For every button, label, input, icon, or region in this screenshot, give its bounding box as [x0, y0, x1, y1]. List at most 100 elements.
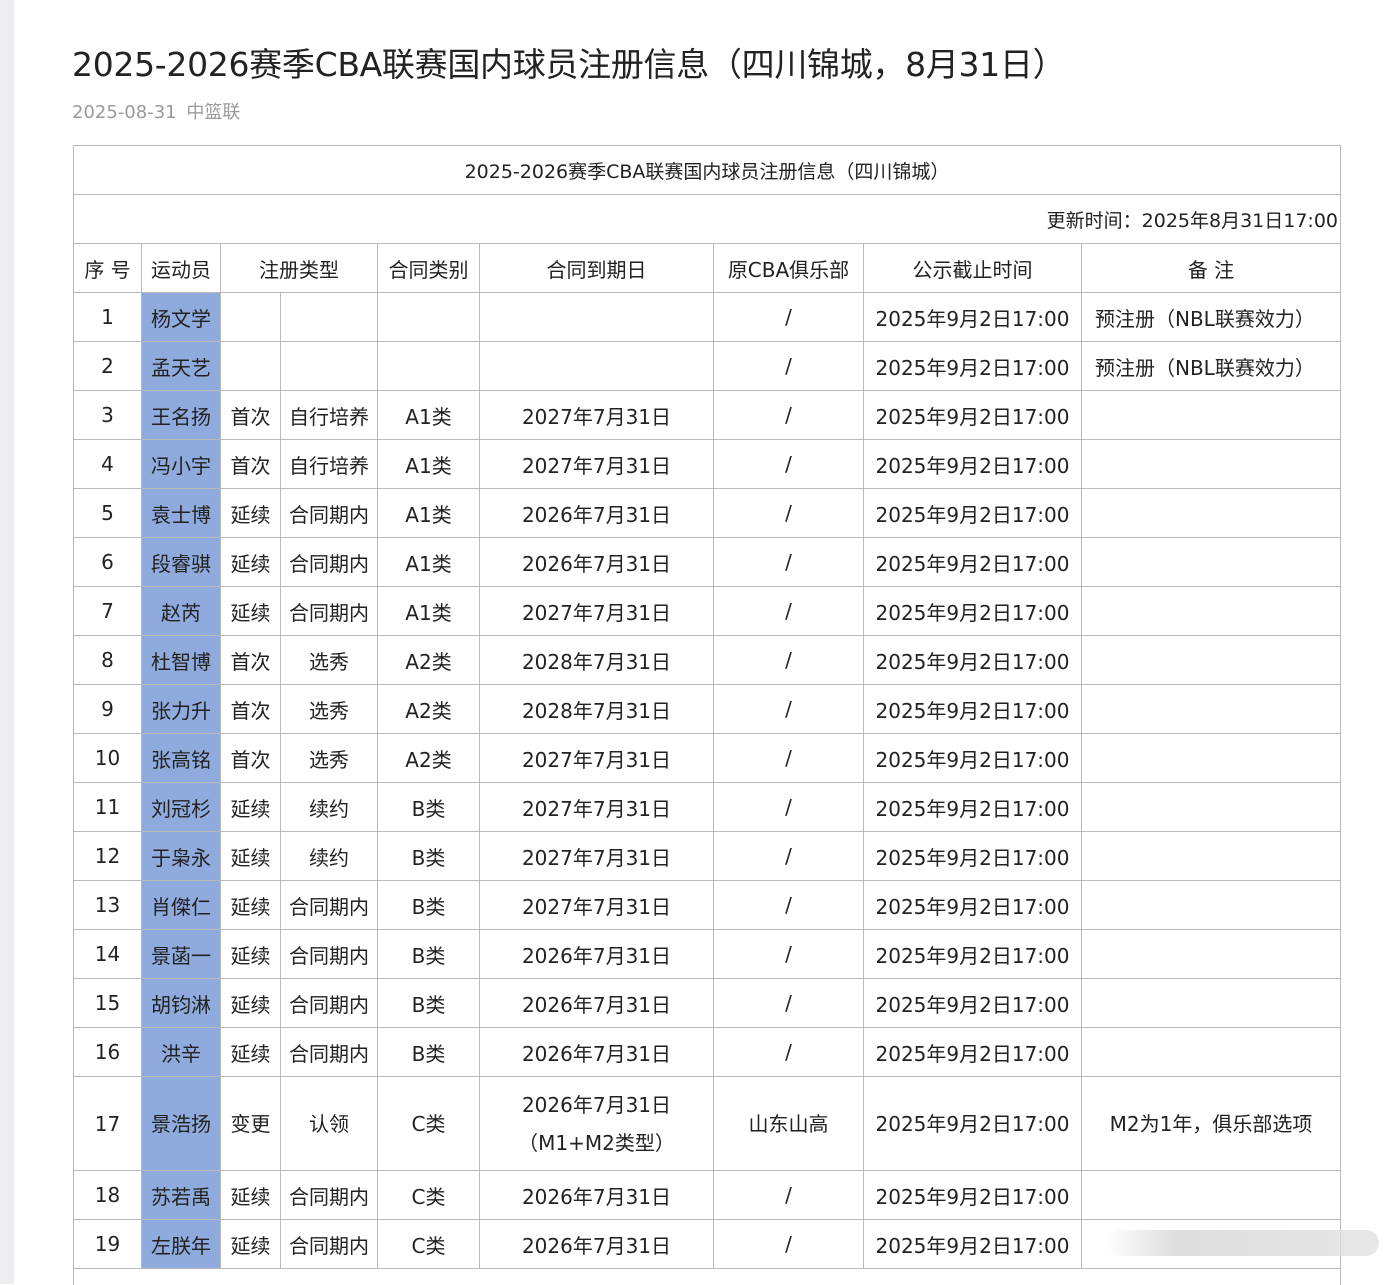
cell-expiry: 2026年7月31日	[480, 1028, 714, 1077]
cell-remarks	[1082, 881, 1341, 930]
header-deadline: 公示截止时间	[864, 244, 1082, 293]
cell-deadline: 2025年9月2日17:00	[864, 636, 1082, 685]
cell-athlete: 赵芮	[142, 587, 221, 636]
cell-expiry: 2026年7月31日	[480, 1171, 714, 1220]
cell-expiry: 2026年7月31日	[480, 489, 714, 538]
cell-deadline: 2025年9月2日17:00	[864, 1077, 1082, 1171]
cell-expiry: 2028年7月31日	[480, 636, 714, 685]
cell-reg-kind: 延续	[221, 881, 281, 930]
cell-deadline: 2025年9月2日17:00	[864, 587, 1082, 636]
cell-former-club: /	[714, 979, 864, 1028]
cell-contract-class: C类	[378, 1077, 480, 1171]
cell-remarks	[1082, 930, 1341, 979]
table-title-row: 2025-2026赛季CBA联赛国内球员注册信息（四川锦城）	[74, 146, 1341, 195]
cell-reg-kind: 延续	[221, 783, 281, 832]
cell-remarks	[1082, 1171, 1341, 1220]
table-row: 7赵芮延续合同期内A1类2027年7月31日/2025年9月2日17:00	[74, 587, 1341, 636]
cell-deadline: 2025年9月2日17:00	[864, 489, 1082, 538]
cell-no: 18	[74, 1171, 142, 1220]
cell-contract-class: A1类	[378, 440, 480, 489]
cell-deadline: 2025年9月2日17:00	[864, 440, 1082, 489]
cell-deadline: 2025年9月2日17:00	[864, 881, 1082, 930]
cell-reg-kind: 首次	[221, 391, 281, 440]
cell-contract-class: A1类	[378, 489, 480, 538]
cell-no: 5	[74, 489, 142, 538]
cell-reg-kind	[221, 342, 281, 391]
cell-deadline: 2025年9月2日17:00	[864, 1028, 1082, 1077]
cell-contract-class: C类	[378, 1171, 480, 1220]
expiry-type-note: （M1+M2类型）	[480, 1124, 713, 1162]
table-row-partial	[74, 1269, 1341, 1285]
header-row: 序 号 运动员 注册类型 合同类别 合同到期日 原CBA俱乐部 公示截止时间 备…	[74, 244, 1341, 293]
cell-former-club: /	[714, 685, 864, 734]
cell-expiry: 2028年7月31日	[480, 685, 714, 734]
cell-contract-class: B类	[378, 832, 480, 881]
cell-expiry: 2027年7月31日	[480, 783, 714, 832]
cell-athlete: 左朕年	[142, 1220, 221, 1269]
table-row: 13肖傑仁延续合同期内B类2027年7月31日/2025年9月2日17:00	[74, 881, 1341, 930]
cell-athlete: 杨文学	[142, 293, 221, 342]
cell-former-club: /	[714, 1220, 864, 1269]
cell-remarks: 预注册（NBL联赛效力）	[1082, 293, 1341, 342]
cell-former-club: /	[714, 636, 864, 685]
cell-expiry: 2027年7月31日	[480, 734, 714, 783]
cell-former-club: /	[714, 832, 864, 881]
cell-deadline: 2025年9月2日17:00	[864, 1171, 1082, 1220]
cell-no: 16	[74, 1028, 142, 1077]
cell-no: 1	[74, 293, 142, 342]
cell-expiry: 2027年7月31日	[480, 440, 714, 489]
cell-no: 4	[74, 440, 142, 489]
cell-contract-class: A1类	[378, 391, 480, 440]
header-reg-type: 注册类型	[221, 244, 378, 293]
table-row: 17景浩扬变更认领C类2026年7月31日（M1+M2类型）山东山高2025年9…	[74, 1077, 1341, 1171]
cell-reg-detail: 合同期内	[281, 881, 378, 930]
cell-remarks	[1082, 783, 1341, 832]
cell-athlete: 苏若禹	[142, 1171, 221, 1220]
cell-remarks	[1082, 538, 1341, 587]
cell-contract-class	[378, 293, 480, 342]
article-meta: 2025-08-31 中篮联	[72, 98, 240, 124]
cell-former-club: /	[714, 489, 864, 538]
cell-remarks	[1082, 587, 1341, 636]
cell-former-club: /	[714, 440, 864, 489]
cell-reg-kind: 首次	[221, 685, 281, 734]
cell-reg-kind: 延续	[221, 930, 281, 979]
cell-reg-detail: 续约	[281, 783, 378, 832]
cell-no: 11	[74, 783, 142, 832]
cell-former-club: /	[714, 734, 864, 783]
cell-expiry: 2027年7月31日	[480, 832, 714, 881]
cell-reg-detail: 选秀	[281, 636, 378, 685]
cell-deadline: 2025年9月2日17:00	[864, 538, 1082, 587]
cell-reg-detail: 合同期内	[281, 489, 378, 538]
cell-reg-detail	[281, 293, 378, 342]
cell-reg-detail: 选秀	[281, 734, 378, 783]
header-expiry: 合同到期日	[480, 244, 714, 293]
cell-reg-detail: 自行培养	[281, 440, 378, 489]
article-source[interactable]: 中篮联	[186, 102, 240, 123]
cell-no: 19	[74, 1220, 142, 1269]
cell-no: 13	[74, 881, 142, 930]
cell-contract-class: B类	[378, 930, 480, 979]
table-row: 5袁士博延续合同期内A1类2026年7月31日/2025年9月2日17:00	[74, 489, 1341, 538]
cell-contract-class: B类	[378, 881, 480, 930]
cell-reg-kind: 延续	[221, 489, 281, 538]
cell-contract-class: A2类	[378, 636, 480, 685]
cell-reg-kind: 首次	[221, 734, 281, 783]
cell-former-club: /	[714, 1171, 864, 1220]
cell-expiry: 2027年7月31日	[480, 881, 714, 930]
cell-contract-class: A1类	[378, 538, 480, 587]
cell-athlete: 刘冠杉	[142, 783, 221, 832]
cell-contract-class: A2类	[378, 685, 480, 734]
cell-deadline: 2025年9月2日17:00	[864, 783, 1082, 832]
article-title: 2025-2026赛季CBA联赛国内球员注册信息（四川锦城，8月31日）	[72, 38, 1065, 86]
table-row: 9张力升首次选秀A2类2028年7月31日/2025年9月2日17:00	[74, 685, 1341, 734]
cell-no: 15	[74, 979, 142, 1028]
header-athlete: 运动员	[142, 244, 221, 293]
cell-athlete: 景浩扬	[142, 1077, 221, 1171]
cell-former-club: /	[714, 881, 864, 930]
cell-reg-kind: 首次	[221, 440, 281, 489]
table-row: 3王名扬首次自行培养A1类2027年7月31日/2025年9月2日17:00	[74, 391, 1341, 440]
cell-deadline: 2025年9月2日17:00	[864, 391, 1082, 440]
cell-no: 10	[74, 734, 142, 783]
table-row: 10张高铭首次选秀A2类2027年7月31日/2025年9月2日17:00	[74, 734, 1341, 783]
